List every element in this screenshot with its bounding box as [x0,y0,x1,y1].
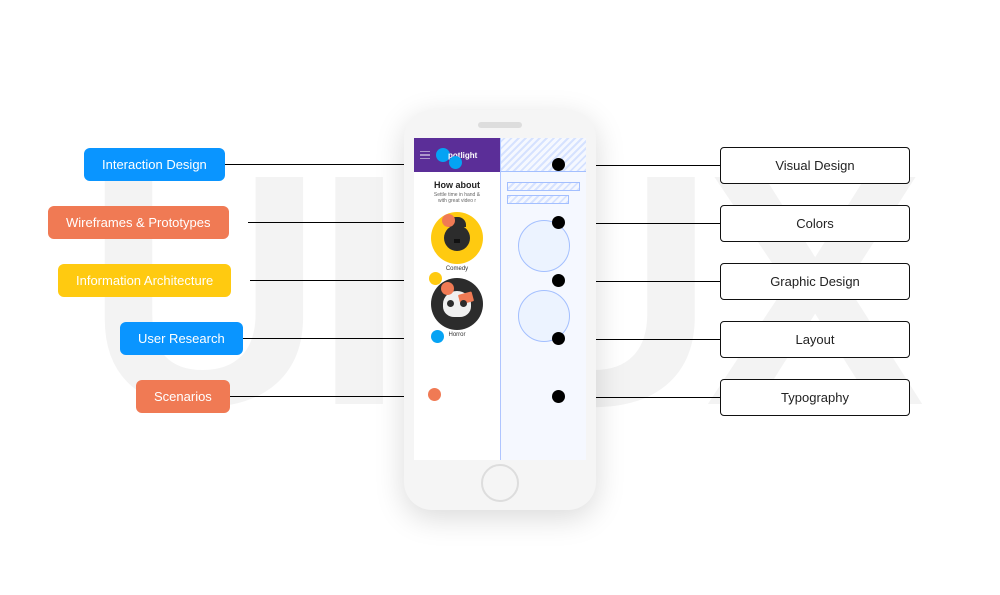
category-label: Comedy [446,266,468,272]
connector-dot [442,214,455,227]
label-layout: Layout [720,321,910,358]
label-info-arch: Information Architecture [58,264,231,297]
connector-dot [552,158,565,171]
label-user-research: User Research [120,322,243,355]
connector-dot [428,388,441,401]
connector-dot [441,282,454,295]
wireframe-circles [501,204,586,358]
connector-dot [552,332,565,345]
phone-mockup: potlight How about Settle time in hand &… [404,110,596,510]
wireframe-block [507,182,580,191]
screen-rendered-half: potlight How about Settle time in hand &… [414,138,500,460]
category-horror: Horror [420,278,494,338]
label-visual-design: Visual Design [720,147,910,184]
label-typography: Typography [720,379,910,416]
phone-screen: potlight How about Settle time in hand &… [414,138,586,460]
category-label: Horror [448,332,465,338]
content-area: How about Settle time in hand & with gre… [414,172,500,204]
category-grid: Comedy Horror [414,204,500,346]
wireframe-block [507,195,569,204]
connector-dot [431,330,444,343]
label-scenarios: Scenarios [136,380,230,413]
connector-dot [429,272,442,285]
connector-dot [552,274,565,287]
connector-dot [552,216,565,229]
wireframe-text-blocks [501,172,586,204]
screen-wireframe-half [500,138,586,460]
comedy-icon [431,212,483,264]
label-wireframes: Wireframes & Prototypes [48,206,229,239]
screen-subtext: Settle time in hand & with great video r [420,192,494,204]
connector-dot [552,390,565,403]
connector-line [224,396,434,397]
horror-icon [431,278,483,330]
screen-heading: How about [420,180,494,190]
label-graphic-design: Graphic Design [720,263,910,300]
category-comedy: Comedy [420,212,494,272]
label-colors: Colors [720,205,910,242]
hamburger-icon [420,151,430,160]
connector-dot [449,156,462,169]
diagram-container: potlight How about Settle time in hand &… [0,0,1000,595]
label-interaction-design: Interaction Design [84,148,225,181]
wireframe-header [501,138,586,172]
